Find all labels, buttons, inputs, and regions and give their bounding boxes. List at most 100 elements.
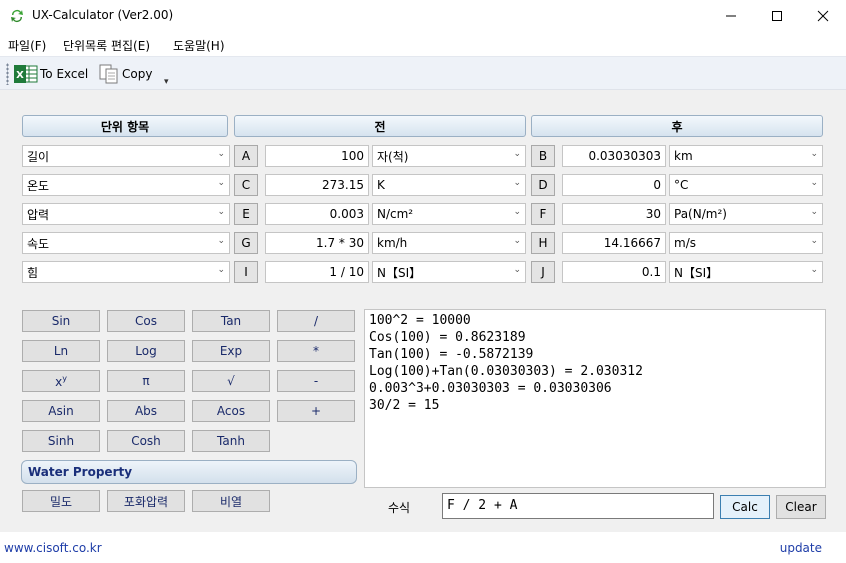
- formula-input[interactable]: F / 2 + A: [442, 493, 714, 519]
- keypad-button-1-3[interactable]: *: [277, 340, 355, 362]
- output-letter-badge: D: [531, 174, 555, 196]
- input-value-field[interactable]: 100: [265, 145, 369, 167]
- keypad-label: Acos: [216, 404, 246, 418]
- input-unit-select[interactable]: K ⌄: [372, 174, 526, 196]
- category-select[interactable]: 속도 ⌄: [22, 232, 230, 254]
- water-property-button[interactable]: 포화압력: [107, 490, 185, 512]
- category-select[interactable]: 온도 ⌄: [22, 174, 230, 196]
- input-value-field[interactable]: 1 / 10: [265, 261, 369, 283]
- output-unit-select[interactable]: m/s ⌄: [669, 232, 823, 254]
- keypad-button-1-0[interactable]: Ln: [22, 340, 100, 362]
- water-property-button[interactable]: 밀도: [22, 490, 100, 512]
- category-select[interactable]: 길이 ⌄: [22, 145, 230, 167]
- output-value-field[interactable]: 30: [562, 203, 666, 225]
- input-unit-select[interactable]: N【SI】 ⌄: [372, 261, 526, 283]
- input-unit-select-value: N/cm²: [377, 207, 414, 221]
- output-unit-select-value: Pa(N/m²): [674, 207, 727, 221]
- keypad-button-0-1[interactable]: Cos: [107, 310, 185, 332]
- keypad-button-1-1[interactable]: Log: [107, 340, 185, 362]
- keypad-label: π: [142, 374, 150, 388]
- app-refresh-icon: [11, 10, 23, 23]
- history-line: Tan(100) = -0.5872139: [369, 347, 534, 362]
- category-select-value: 속도: [27, 236, 50, 251]
- status-bar: www.cisoft.co.kr update: [0, 532, 846, 563]
- keypad-button-2-2[interactable]: √: [192, 370, 270, 392]
- copy-icon: [99, 64, 118, 84]
- keypad-button-4-2[interactable]: Tanh: [192, 430, 270, 452]
- category-select-value: 압력: [27, 207, 50, 222]
- menu-edit-units[interactable]: 단위목록 편집(E): [63, 37, 150, 54]
- keypad-button-0-2[interactable]: Tan: [192, 310, 270, 332]
- copy-button[interactable]: Copy: [98, 62, 152, 86]
- keypad-label: +: [310, 404, 322, 418]
- keypad-button-3-1[interactable]: Abs: [107, 400, 185, 422]
- calc-button[interactable]: Calc: [720, 495, 770, 519]
- output-value-field[interactable]: 0.03030303: [562, 145, 666, 167]
- history-output[interactable]: 100^2 = 10000 Cos(100) = 0.8623189 Tan(100…: [364, 309, 826, 488]
- input-letter-badge: E: [234, 203, 258, 225]
- output-unit-select-value: m/s: [674, 236, 696, 250]
- output-letter-badge: H: [531, 232, 555, 254]
- input-unit-select[interactable]: 자(척) ⌄: [372, 145, 526, 167]
- output-unit-select[interactable]: °C ⌄: [669, 174, 823, 196]
- input-unit-select-value: 자(척): [377, 149, 409, 164]
- output-value-field[interactable]: 0: [562, 174, 666, 196]
- copy-label: Copy: [122, 67, 153, 81]
- website-link[interactable]: www.cisoft.co.kr: [4, 541, 102, 555]
- update-link[interactable]: update: [780, 541, 822, 555]
- keypad-label: Sin: [51, 314, 71, 328]
- history-line: Cos(100) = 0.8623189: [369, 330, 526, 345]
- output-value-field[interactable]: 14.16667: [562, 232, 666, 254]
- input-unit-select[interactable]: N/cm² ⌄: [372, 203, 526, 225]
- minimize-button[interactable]: [708, 0, 754, 32]
- chevron-down-icon: ⌄: [217, 149, 225, 159]
- keypad-button-0-0[interactable]: Sin: [22, 310, 100, 332]
- keypad-label: √: [227, 374, 235, 388]
- keypad-button-2-3[interactable]: -: [277, 370, 355, 392]
- keypad-label: Cosh: [131, 434, 161, 448]
- output-unit-select-value: N【SI】: [674, 265, 719, 280]
- keypad-label: Log: [135, 344, 157, 358]
- chevron-down-icon: ⌄: [513, 236, 521, 246]
- input-value-field[interactable]: 1.7 * 30: [265, 232, 369, 254]
- keypad-button-2-0[interactable]: xy: [22, 370, 100, 392]
- svg-text:X: X: [16, 70, 24, 81]
- toolbar-grip[interactable]: [6, 63, 9, 85]
- keypad-button-3-0[interactable]: Asin: [22, 400, 100, 422]
- input-letter-badge: A: [234, 145, 258, 167]
- keypad-button-1-2[interactable]: Exp: [192, 340, 270, 362]
- chevron-down-icon: ⌄: [217, 236, 225, 246]
- keypad-label: Tanh: [217, 434, 245, 448]
- window-title: UX-Calculator (Ver2.00): [32, 8, 174, 22]
- title-bar: UX-Calculator (Ver2.00): [0, 0, 846, 32]
- output-unit-select[interactable]: Pa(N/m²) ⌄: [669, 203, 823, 225]
- water-property-button[interactable]: 비열: [192, 490, 270, 512]
- keypad-button-3-3[interactable]: +: [277, 400, 355, 422]
- close-button[interactable]: [800, 0, 846, 32]
- input-value-field[interactable]: 0.003: [265, 203, 369, 225]
- toolbar-overflow-icon[interactable]: ▾: [164, 77, 169, 87]
- to-excel-button[interactable]: X To Excel: [14, 62, 88, 86]
- keypad-button-4-1[interactable]: Cosh: [107, 430, 185, 452]
- keypad-button-0-3[interactable]: /: [277, 310, 355, 332]
- maximize-button[interactable]: [754, 0, 800, 32]
- chevron-down-icon: ⌄: [513, 178, 521, 188]
- keypad-label: /: [313, 314, 319, 328]
- category-select[interactable]: 압력 ⌄: [22, 203, 230, 225]
- menu-file[interactable]: 파일(F): [8, 37, 46, 54]
- keypad-button-2-1[interactable]: π: [107, 370, 185, 392]
- keypad-button-3-2[interactable]: Acos: [192, 400, 270, 422]
- clear-button[interactable]: Clear: [776, 495, 826, 519]
- input-unit-select[interactable]: km/h ⌄: [372, 232, 526, 254]
- keypad-button-4-0[interactable]: Sinh: [22, 430, 100, 452]
- output-unit-select[interactable]: km ⌄: [669, 145, 823, 167]
- category-select[interactable]: 힘 ⌄: [22, 261, 230, 283]
- chevron-down-icon: ⌄: [810, 207, 818, 217]
- to-excel-label: To Excel: [40, 67, 89, 81]
- output-unit-select-value: °C: [674, 178, 689, 192]
- keypad-label: *: [313, 344, 319, 358]
- menu-help[interactable]: 도움말(H): [173, 37, 225, 54]
- output-unit-select[interactable]: N【SI】 ⌄: [669, 261, 823, 283]
- input-value-field[interactable]: 273.15: [265, 174, 369, 196]
- output-value-field[interactable]: 0.1: [562, 261, 666, 283]
